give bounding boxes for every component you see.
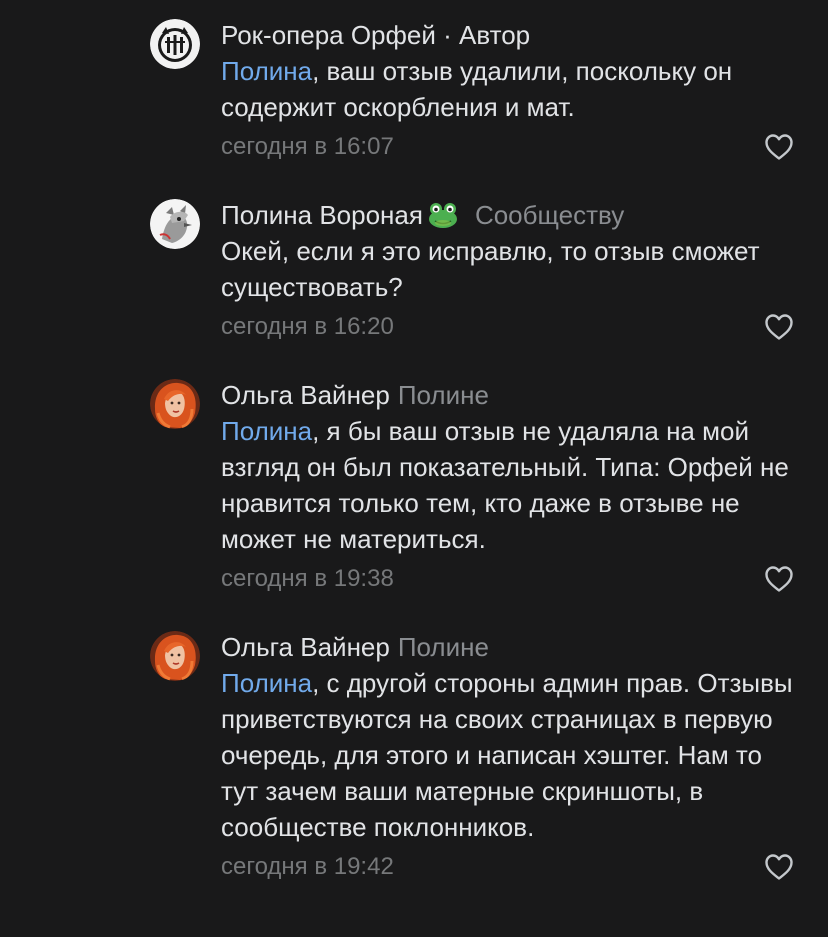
comment-text: Полина, я бы ваш отзыв не удаляла на мой… [221, 413, 798, 557]
comment-body: Окей, если я это исправлю, то отзыв смож… [221, 236, 760, 302]
comment-footer: сегодня в 16:07 [221, 127, 798, 167]
orpheus-logo-icon [150, 19, 200, 69]
avatar[interactable] [150, 199, 200, 249]
comment-footer: сегодня в 16:20 [221, 307, 798, 347]
comment-content: Рок-опера Орфей · Автор Полина, ваш отзы… [221, 17, 798, 167]
comment-header: Полина Вороная Сообществу [221, 197, 798, 233]
red-hair-avatar [150, 631, 200, 681]
comment-text: Полина, с другой стороны админ прав. Отз… [221, 665, 798, 845]
heart-icon[interactable] [764, 133, 794, 161]
timestamp: сегодня в 19:38 [221, 565, 394, 592]
timestamp: сегодня в 16:20 [221, 313, 394, 340]
mention-link[interactable]: Полина [221, 416, 312, 446]
author-name[interactable]: Полина Вороная [221, 200, 423, 230]
avatar[interactable] [150, 631, 200, 681]
reply-target[interactable]: Сообществу [475, 200, 624, 230]
avatar[interactable] [150, 19, 200, 69]
mention-link[interactable]: Полина [221, 56, 312, 86]
comment-text: Окей, если я это исправлю, то отзыв смож… [221, 233, 798, 305]
avatar[interactable] [150, 379, 200, 429]
gray-cartoon-avatar [150, 199, 200, 249]
comment-header: Ольга Вайнер Полине [221, 629, 798, 665]
comment-text: Полина, ваш отзыв удалили, поскольку он … [221, 53, 798, 125]
red-hair-avatar [150, 379, 200, 429]
comment-content: Ольга Вайнер Полине Полина, с другой стор… [221, 629, 798, 887]
frog-emoji-icon [428, 203, 457, 228]
reply-target[interactable]: Полине [398, 380, 489, 410]
header-separator: · [435, 20, 460, 50]
timestamp: сегодня в 16:07 [221, 133, 394, 160]
timestamp: сегодня в 19:42 [221, 853, 394, 880]
comment-content: Ольга Вайнер Полине Полина, я бы ваш отзы… [221, 377, 798, 599]
author-name[interactable]: Ольга Вайнер [221, 632, 390, 662]
author-name[interactable]: Рок-опера Орфей [221, 20, 436, 50]
reply-target[interactable]: Полине [398, 632, 489, 662]
heart-icon[interactable] [764, 565, 794, 593]
author-role: Автор [459, 20, 531, 50]
heart-icon[interactable] [764, 853, 794, 881]
comment-content: Полина Вороная Сообществу Окей, если я э… [221, 197, 798, 347]
comment-header: Ольга Вайнер Полине [221, 377, 798, 413]
comment-header: Рок-опера Орфей · Автор [221, 17, 798, 53]
comment-footer: сегодня в 19:42 [221, 847, 798, 887]
author-name[interactable]: Ольга Вайнер [221, 380, 390, 410]
comment-thread: Рок-опера Орфей · Автор Полина, ваш отзы… [0, 0, 828, 937]
comment-footer: сегодня в 19:38 [221, 559, 798, 599]
heart-icon[interactable] [764, 313, 794, 341]
mention-link[interactable]: Полина [221, 668, 312, 698]
